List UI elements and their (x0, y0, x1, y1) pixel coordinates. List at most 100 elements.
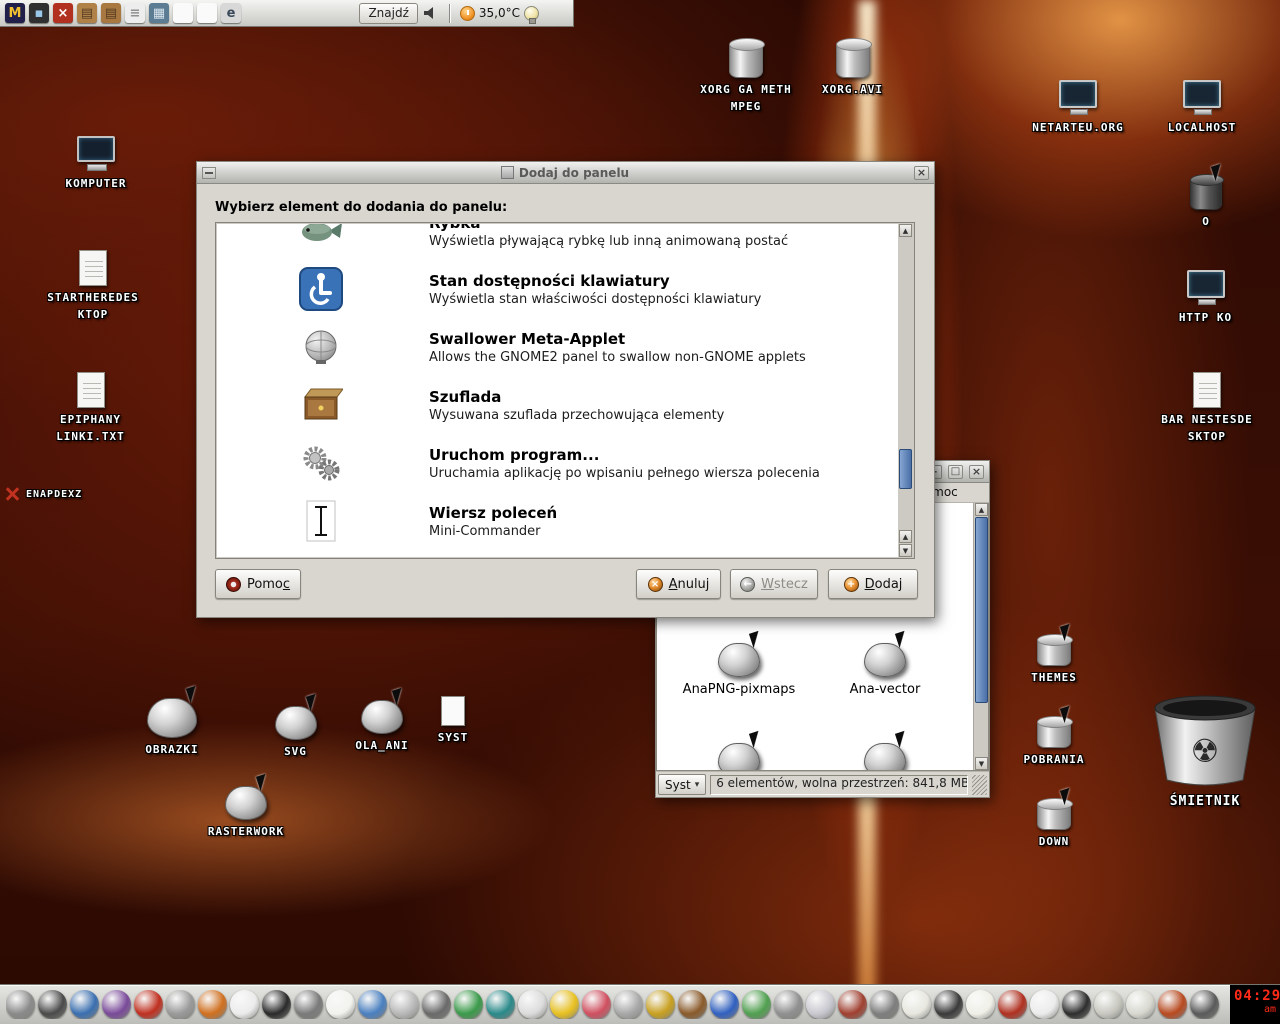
taskbar-launcher-icon[interactable] (166, 990, 195, 1019)
app-menu-m-icon[interactable]: M (5, 3, 25, 23)
taskbar-launcher-icon[interactable] (710, 990, 739, 1019)
taskbar-launcher-icon[interactable] (326, 990, 355, 1019)
desktop-icon-o[interactable]: O (1168, 176, 1244, 231)
list-item-command-line[interactable]: Wiersz poleceń Mini-Commander (217, 492, 898, 550)
list-item-run-program[interactable]: Uruchom program... Uruchamia aplikację p… (217, 434, 898, 492)
desktop-icon-komputer[interactable]: KOMPUTER (48, 136, 144, 193)
file-manager-scrollbar[interactable] (973, 503, 988, 770)
epiphany-e-icon[interactable]: e (221, 3, 241, 23)
folder-item[interactable] (669, 743, 809, 771)
taskbar-launcher-icon[interactable] (102, 990, 131, 1019)
desktop-icon-netarteu-org[interactable]: NETARTEU.ORG (1028, 80, 1128, 137)
blank-file-icon-2[interactable] (197, 3, 217, 23)
desktop-icon-xorg-avi[interactable]: XORG.AVI (800, 40, 905, 99)
desktop-icon-rasterwork[interactable]: RASTERWORK (186, 786, 306, 841)
list-item-keyboard-accessibility[interactable]: Stan dostępności klawiatury Wyświetla st… (217, 260, 898, 318)
scroll-up-icon-bottom[interactable] (899, 530, 912, 543)
taskbar-launcher-icon[interactable] (1062, 990, 1091, 1019)
taskbar-launcher-icon[interactable] (230, 990, 259, 1019)
striped-file-icon[interactable]: ≡ (125, 3, 145, 23)
taskbar-launcher-icon[interactable] (1190, 990, 1219, 1019)
taskbar-launcher-icon[interactable] (6, 990, 35, 1019)
slate-window-icon[interactable]: ▦ (149, 3, 169, 23)
cancel-button[interactable]: Anuluj (636, 569, 721, 599)
desktop-icon-down[interactable]: DOWN (1008, 800, 1100, 851)
taskbar-launcher-icon[interactable] (294, 990, 323, 1019)
taskbar-launcher-icon[interactable] (422, 990, 451, 1019)
taskbar-launcher-icon[interactable] (774, 990, 803, 1019)
taskbar-launcher-icon[interactable] (1126, 990, 1155, 1019)
back-button[interactable]: Wstecz (730, 569, 818, 599)
taskbar-launcher-icon[interactable] (486, 990, 515, 1019)
add-button[interactable]: Dodaj (828, 569, 918, 599)
help-button[interactable]: Pomoc (215, 569, 301, 599)
desktop-icon-ola-ani[interactable]: OLA_ANI (338, 700, 426, 755)
scroll-up-icon[interactable] (899, 224, 912, 237)
taskbar-launcher-icon[interactable] (998, 990, 1027, 1019)
resize-grip-icon[interactable] (972, 775, 987, 795)
taskbar-launcher-icon[interactable] (1094, 990, 1123, 1019)
taskbar-launcher-icon[interactable] (518, 990, 547, 1019)
taskbar-launcher-icon[interactable] (838, 990, 867, 1019)
temperature-applet[interactable]: 35,0°C (460, 6, 520, 21)
volume-icon[interactable] (422, 5, 440, 21)
desktop-icon-obrazki[interactable]: OBRAZKI (122, 698, 222, 759)
folder-ana-vector[interactable]: Ana-vector (815, 643, 955, 697)
folder-item[interactable] (815, 743, 955, 771)
desktop-icon-themes[interactable]: THEMES (1008, 636, 1100, 687)
list-item-szuflada[interactable]: Szuflada Wysuwana szuflada przechowująca… (217, 376, 898, 434)
scrollbar-thumb[interactable] (899, 449, 912, 489)
scroll-down-icon[interactable] (899, 544, 912, 557)
desktop-icon-http-ko[interactable]: HTTP KO (1158, 270, 1253, 327)
close-red-icon[interactable]: × (53, 3, 73, 23)
taskbar-launcher-icon[interactable] (390, 990, 419, 1019)
taskbar-launcher-icon[interactable] (454, 990, 483, 1019)
panel-clock[interactable]: 04:29 am (1230, 985, 1280, 1024)
taskbar-launcher-icon[interactable] (1030, 990, 1059, 1019)
taskbar-launcher-icon[interactable] (358, 990, 387, 1019)
close-icon[interactable] (914, 166, 929, 180)
taskbar-launcher-icon[interactable] (582, 990, 611, 1019)
scroll-up-icon[interactable] (975, 503, 988, 516)
scrollbar-thumb[interactable] (975, 517, 988, 703)
crate-icon[interactable]: ▤ (77, 3, 97, 23)
taskbar-launcher-icon[interactable] (262, 990, 291, 1019)
close-icon[interactable] (969, 465, 984, 479)
taskbar-launcher-icon[interactable] (1158, 990, 1187, 1019)
screen-icon[interactable]: ▪ (29, 3, 49, 23)
window-menu-icon[interactable] (202, 167, 216, 179)
desktop-icon-startheredesktop[interactable]: STARTHEREDES KTOP (38, 250, 148, 323)
desktop-icon-smietnik-trash[interactable]: ☢ ŚMIETNIK (1138, 692, 1272, 812)
crate-icon-2[interactable]: ▤ (101, 3, 121, 23)
maximize-icon[interactable] (948, 465, 963, 479)
blank-file-icon[interactable] (173, 3, 193, 23)
desktop-icon-pobrania[interactable]: POBRANIA (1008, 718, 1100, 769)
taskbar-launcher-icon[interactable] (870, 990, 899, 1019)
desktop[interactable]: M▪×▤▤≡▦e Znajdź 35,0°C KOMPUTER STARTHER… (0, 0, 1280, 1024)
taskbar-launcher-icon[interactable] (646, 990, 675, 1019)
taskbar-launcher-icon[interactable] (614, 990, 643, 1019)
lightbulb-icon[interactable] (524, 6, 539, 21)
desktop-icon-syst[interactable]: SYST (418, 696, 488, 747)
desktop-icon-enapdexz[interactable]: ENAPDEXZ (4, 486, 124, 502)
view-filter-dropdown[interactable]: Syst (658, 774, 706, 795)
desktop-icon-bar-desktop[interactable]: BAR NESTESDE SKTOP (1142, 372, 1272, 445)
taskbar-launcher-icon[interactable] (806, 990, 835, 1019)
taskbar-launcher-icon[interactable] (198, 990, 227, 1019)
taskbar-launcher-icon[interactable] (38, 990, 67, 1019)
taskbar-launcher-icon[interactable] (70, 990, 99, 1019)
desktop-icon-svg[interactable]: SVG (258, 706, 333, 761)
desktop-icon-xorg-mpeg[interactable]: XORG GA METH MPEG (686, 40, 806, 115)
desktop-icon-epiphany-linki[interactable]: EPIPHANY LINKI.TXT (38, 372, 143, 445)
taskbar-launcher-icon[interactable] (742, 990, 771, 1019)
desktop-icon-localhost[interactable]: LOCALHOST (1152, 80, 1252, 137)
find-button[interactable]: Znajdź (359, 3, 417, 24)
folder-anapng-pixmaps[interactable]: AnaPNG-pixmaps (669, 643, 809, 697)
scroll-down-icon[interactable] (975, 757, 988, 770)
dialog-titlebar[interactable]: Dodaj do panelu (197, 162, 934, 184)
list-item-rybka[interactable]: Rybka Wyświetla pływającą rybkę lub inną… (217, 224, 898, 260)
dialog-scrollbar[interactable] (898, 224, 913, 557)
taskbar-launcher-icon[interactable] (678, 990, 707, 1019)
taskbar-launcher-icon[interactable] (934, 990, 963, 1019)
taskbar-launcher-icon[interactable] (134, 990, 163, 1019)
